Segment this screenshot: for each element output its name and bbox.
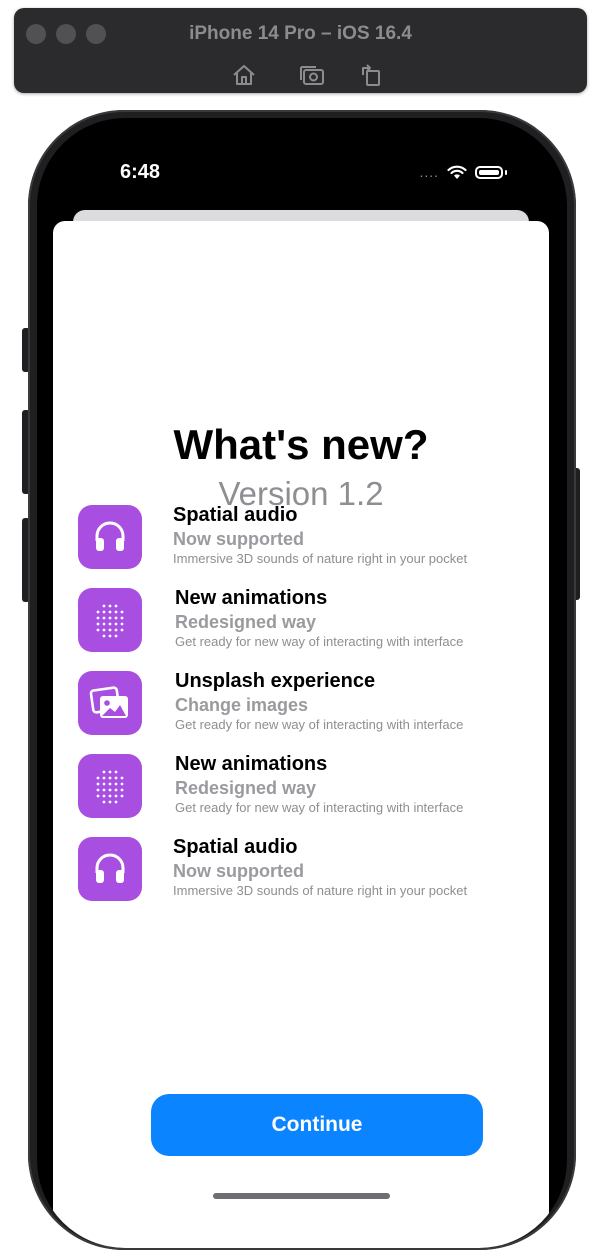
- feature-description: Immersive 3D sounds of nature right in y…: [173, 551, 468, 566]
- feature-title: New animations: [175, 587, 328, 609]
- phone-screen: 6:48 .... What's new? Version 1.2 Spatia…: [37, 118, 567, 1248]
- signal-icon: ....: [419, 164, 439, 180]
- feature-subtitle: Redesigned way: [175, 612, 317, 632]
- feature-row: Spatial audio Now supported Immersive 3D…: [78, 836, 548, 901]
- feature-subtitle: Redesigned way: [175, 778, 317, 798]
- simulator-toolbar: iPhone 14 Pro – iOS 16.4: [14, 8, 587, 93]
- simulator-title: iPhone 14 Pro – iOS 16.4: [189, 23, 412, 44]
- feature-subtitle: Now supported: [173, 529, 304, 549]
- feature-title: New animations: [175, 753, 328, 775]
- feature-row: New animations Redesigned way Get ready …: [78, 753, 548, 818]
- feature-subtitle: Change images: [175, 695, 309, 715]
- page-title: What's new?: [173, 421, 429, 468]
- feature-row: New animations Redesigned way Get ready …: [78, 587, 548, 652]
- feature-title: Unsplash experience: [175, 670, 376, 692]
- dots-grid-icon: [78, 588, 142, 652]
- feature-title: Spatial audio: [173, 836, 298, 858]
- status-time: 6:48: [120, 161, 161, 183]
- rotate-icon[interactable]: [359, 63, 383, 87]
- headphones-icon: [78, 505, 142, 569]
- screenshot-icon[interactable]: [298, 63, 326, 87]
- feature-title: Spatial audio: [173, 504, 298, 526]
- home-icon[interactable]: [231, 63, 257, 87]
- battery-cap: [505, 169, 507, 175]
- dots-grid-icon: [78, 754, 142, 818]
- feature-row: Unsplash experience Change images Get re…: [78, 670, 548, 735]
- feature-subtitle: Now supported: [173, 861, 304, 881]
- battery-icon: [475, 165, 503, 179]
- feature-description: Get ready for new way of interacting wit…: [175, 800, 464, 815]
- status-icons: ....: [419, 164, 507, 180]
- continue-button[interactable]: Continue: [151, 1094, 483, 1156]
- feature-row: Spatial audio Now supported Immersive 3D…: [78, 504, 548, 569]
- feature-description: Immersive 3D sounds of nature right in y…: [173, 883, 468, 898]
- feature-description: Get ready for new way of interacting wit…: [175, 634, 464, 649]
- photos-icon: [78, 671, 142, 735]
- whats-new-sheet: What's new? Version 1.2 Spatial audio No…: [53, 221, 549, 1248]
- home-indicator[interactable]: [213, 1193, 390, 1199]
- feature-description: Get ready for new way of interacting wit…: [175, 717, 464, 732]
- wifi-icon: [447, 165, 467, 179]
- headphones-icon: [78, 837, 142, 901]
